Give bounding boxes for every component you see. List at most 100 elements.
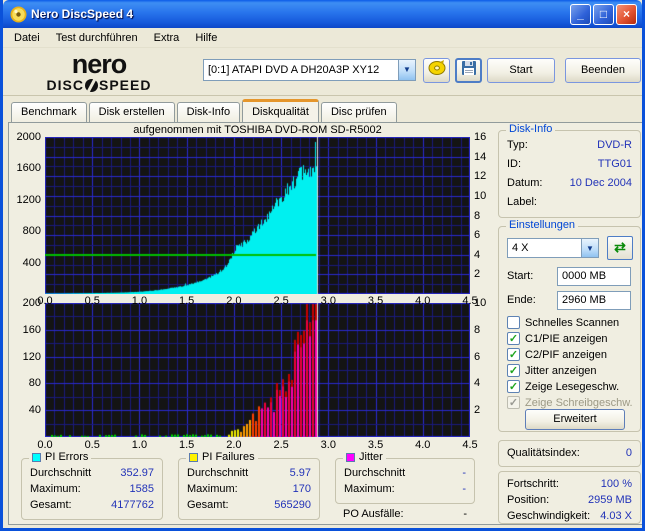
checkbox-icon[interactable]: ✓ [507, 348, 520, 361]
disk-info-row1-value: TTG01 [597, 158, 632, 170]
axis-tick-label: 2.0 [226, 295, 242, 307]
axis-tick-label: 6 [474, 350, 481, 363]
checkbox-zeige-lesegeschw-[interactable]: ✓ Zeige Lesegeschw. [507, 379, 619, 394]
checkbox-schnelles-scannen[interactable]: ✓ Schnelles Scannen [507, 315, 619, 330]
axis-tick-label: 2000 [16, 131, 41, 143]
po-failures-row: PO Ausfälle: - [343, 508, 467, 520]
tab-disk-erstellen[interactable]: Disk erstellen [88, 102, 175, 122]
axis-tick-label: 6 [474, 229, 481, 242]
logo-speed-text: SPEED [98, 77, 152, 93]
legend-swatch-pi-failures [189, 452, 198, 462]
checkbox-c2-pif-anzeigen[interactable]: ✓ C2/PIF anzeigen [507, 347, 607, 362]
end-field[interactable]: 2960 MB [557, 291, 631, 310]
checkbox-icon[interactable]: ✓ [507, 316, 520, 329]
checkbox-icon[interactable]: ✓ [507, 332, 520, 345]
tab-benchmark[interactable]: Benchmark [11, 102, 87, 122]
stats-pi-failures: PI Failures Durchschnitt 5.97 Maximum: 170 Ge… [178, 451, 320, 520]
disk-info-row2-label: Datum: [507, 177, 543, 189]
stat-row0-label: Durchschnitt [30, 467, 92, 479]
quality-index-label: Qualitätsindex: [507, 447, 580, 459]
quit-button[interactable]: Beenden [565, 58, 641, 83]
axis-tick-label: 1.0 [131, 439, 148, 451]
chevron-down-icon[interactable]: ▼ [398, 60, 415, 80]
progress-row0-label: Fortschritt: [507, 478, 559, 490]
axis-tick-label: 1.0 [131, 295, 148, 307]
app-icon [10, 6, 27, 22]
tab-diskqualit-t[interactable]: Diskqualität [242, 99, 319, 122]
checkbox-c1-pie-anzeigen[interactable]: ✓ C1/PIE anzeigen [507, 331, 608, 346]
start-field-label: Start: [507, 270, 534, 282]
stat-row0-label: Durchschnitt [187, 467, 249, 479]
axis-tick-label: 2 [474, 404, 481, 417]
stats-jitter: Jitter Durchschnitt - Maximum: - [335, 451, 475, 504]
stat-row1-value: - [462, 483, 466, 495]
stat-row2-value: 4177762 [111, 499, 154, 511]
save-floppy-icon [461, 61, 476, 75]
disc-icon [84, 78, 98, 92]
chevron-down-icon[interactable]: ▼ [581, 239, 598, 257]
axis-tick-label: 8 [474, 209, 481, 222]
disk-info-group: Disk-Info Typ: DVD-R ID: TTG01 Datum: 10 Dec … [498, 123, 641, 218]
stat-row0-label: Durchschnitt [344, 467, 406, 479]
tab-disk-info[interactable]: Disk-Info [176, 102, 241, 122]
menu-hilfe[interactable]: Hilfe [187, 30, 225, 46]
pi-errors-chart [45, 137, 470, 294]
checkbox-icon[interactable]: ✓ [507, 380, 520, 393]
end-field-label: Ende: [507, 294, 536, 306]
start-button[interactable]: Start [487, 58, 555, 83]
axis-tick-label: 3.5 [367, 295, 384, 307]
axis-tick-label: 16 [474, 131, 487, 143]
menu-datei[interactable]: Datei [6, 30, 48, 46]
stats-title: PI Errors [45, 451, 89, 463]
tab-disc-pr-fen[interactable]: Disc prüfen [320, 102, 397, 122]
checkbox-jitter-anzeigen[interactable]: ✓ Jitter anzeigen [507, 363, 597, 378]
checkbox-label: Schnelles Scannen [525, 316, 620, 329]
start-field[interactable]: 0000 MB [557, 267, 631, 286]
checkbox-zeige-schreibgeschw-[interactable]: ✓ Zeige Schreibgeschw. [507, 395, 633, 410]
disk-info-row1-label: ID: [507, 158, 522, 170]
axis-tick-label: 14 [474, 150, 487, 163]
refresh-icon: ⇄ [614, 239, 626, 255]
axis-tick-label: 8 [474, 323, 481, 336]
drive-select[interactable]: [0:1] ATAPI DVD A DH20A3P XY12 ▼ [203, 59, 416, 81]
stats-title: PI Failures [202, 451, 255, 463]
disk-info-row3-label: Label: [507, 196, 537, 208]
disk-info-row0-label: Typ: [507, 139, 528, 151]
disc-eject-icon [428, 60, 445, 75]
menu-extra[interactable]: Extra [146, 30, 188, 46]
axis-tick-label: 200 [22, 297, 41, 309]
axis-tick-label: 1200 [16, 193, 41, 206]
title-bar[interactable]: Nero DiscSpeed 4 _ □ × [3, 0, 642, 28]
menu-bar: Datei Test durchführen Extra Hilfe [3, 28, 642, 48]
logo-disc-text: DISC [46, 77, 84, 93]
checkbox-icon[interactable]: ✓ [507, 364, 520, 377]
axis-tick-label: 3.0 [320, 439, 336, 451]
axis-tick-label: 0.5 [84, 439, 100, 451]
advanced-button[interactable]: Erweitert [525, 409, 625, 430]
progress-box: Fortschritt: 100 % Position: 2959 MB Geschwi… [498, 471, 641, 524]
stats-pi-errors: PI Errors Durchschnitt 352.97 Maximum: 1585 G… [21, 451, 163, 520]
settings-group: Einstellungen 4 X ▼ ⇄ Start: 0000 MB End… [498, 219, 641, 432]
minimize-button[interactable]: _ [570, 3, 591, 25]
progress-row1-label: Position: [507, 494, 550, 506]
checkbox-label: C2/PIF anzeigen [525, 348, 607, 361]
progress-row2-label: Geschwindigkeit: [507, 510, 591, 522]
stat-row1-label: Maximum: [30, 483, 81, 495]
close-button[interactable]: × [616, 3, 637, 25]
axis-tick-label: 0.5 [84, 295, 100, 307]
axis-tick-label: 160 [22, 323, 41, 336]
eject-disc-button[interactable] [423, 58, 450, 83]
pi-failures-chart [45, 303, 470, 437]
checkbox-label: C1/PIE anzeigen [525, 332, 608, 345]
settings-title: Einstellungen [506, 219, 579, 231]
checkbox-label: Zeige Schreibgeschw. [525, 396, 633, 409]
recorded-with-note: aufgenommen mit TOSHIBA DVD-ROM SD-R5002 [133, 124, 382, 136]
quality-index-box: Qualitätsindex: 0 [498, 440, 641, 467]
menu-test-durchf-hren[interactable]: Test durchführen [48, 30, 146, 46]
save-button[interactable] [455, 58, 482, 83]
speed-select[interactable]: 4 X ▼ [507, 238, 599, 258]
maximize-button[interactable]: □ [593, 3, 614, 25]
stat-row1-value: 170 [292, 483, 311, 495]
refresh-button[interactable]: ⇄ [607, 236, 633, 260]
checkbox-icon[interactable]: ✓ [507, 396, 520, 409]
